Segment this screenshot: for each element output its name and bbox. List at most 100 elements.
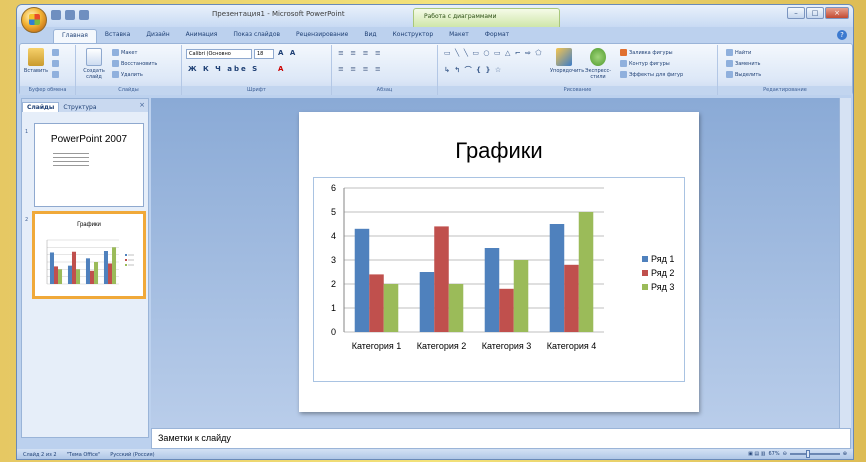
font-size-field[interactable]: 18: [254, 49, 274, 59]
delete-slide-button[interactable]: Удалить: [112, 71, 143, 78]
x-tick-label: Категория 3: [482, 341, 532, 351]
tab-chart-format[interactable]: Формат: [477, 29, 517, 43]
font-color-icon[interactable]: A: [278, 65, 285, 73]
close-button[interactable]: ×: [825, 7, 849, 19]
thumb2-chart: [46, 239, 134, 285]
slide-thumbnail-2[interactable]: Графики: [32, 211, 146, 299]
list-buttons[interactable]: ≡ ≡ ≡ ≡: [338, 49, 383, 57]
bar-Ряд 2-Категория 2: [434, 226, 449, 332]
quick-styles-button[interactable]: Экспресс-стили: [582, 48, 614, 80]
slide-title[interactable]: Графики: [299, 138, 699, 164]
paragraph-group-label: Абзац: [332, 86, 437, 95]
align-buttons[interactable]: ≡ ≡ ≡ ≡: [338, 65, 383, 73]
x-tick-label: Категория 1: [352, 341, 402, 351]
undo-icon[interactable]: [65, 10, 75, 20]
tab-slides[interactable]: Слайды: [22, 102, 60, 112]
tab-design[interactable]: Дизайн: [138, 29, 177, 43]
y-tick-label: 2: [331, 279, 336, 289]
legend-swatch: [642, 256, 648, 262]
help-icon[interactable]: ?: [837, 30, 847, 40]
notes-pane[interactable]: Заметки к слайду: [151, 428, 851, 449]
new-slide-button[interactable]: Создать слайд: [80, 48, 108, 80]
zoom-slider[interactable]: [789, 450, 840, 458]
zoom-level[interactable]: 67%: [768, 451, 779, 457]
shape-outline-button[interactable]: Контур фигуры: [620, 60, 670, 67]
tab-animation[interactable]: Анимация: [178, 29, 226, 43]
font-group-label: Шрифт: [182, 86, 331, 95]
y-tick-label: 0: [331, 327, 336, 337]
office-logo-icon: [29, 14, 40, 25]
select-button[interactable]: Выделить: [726, 71, 761, 78]
tab-chart-layout[interactable]: Макет: [441, 29, 477, 43]
bar-Ряд 3-Категория 2: [448, 284, 464, 332]
paste-label: Вставить: [23, 68, 49, 74]
tab-chart-design[interactable]: Конструктор: [385, 29, 442, 43]
minimize-button[interactable]: –: [787, 7, 805, 19]
status-language[interactable]: Русский (Россия): [110, 452, 154, 458]
reset-button[interactable]: Восстановить: [112, 60, 157, 67]
slide-thumbnail-1[interactable]: PowerPoint 2007: [34, 123, 144, 207]
bar-chart[interactable]: 0 1 2 3 4 5 6 Категория 1 Категория 2 Категория 3…: [314, 178, 684, 381]
ribbon-tabs: Главная Вставка Дизайн Анимация Показ сл…: [53, 29, 517, 43]
shape-effects-button[interactable]: Эффекты для фигур: [620, 71, 683, 78]
shapes-gallery[interactable]: ▭ ╲ ╲ ▭ ○ ▭ △ ⌐ ⇨ ⬠: [444, 49, 543, 57]
cut-icon[interactable]: [52, 49, 59, 56]
redo-icon[interactable]: [79, 10, 89, 20]
bar-Ряд 2-Категория 1: [53, 266, 59, 284]
bar-Ряд 3-Категория 1: [58, 269, 63, 284]
copy-icon[interactable]: [52, 60, 59, 67]
legend-label: Ряд 1: [651, 254, 674, 264]
tab-slideshow[interactable]: Показ слайдов: [225, 29, 288, 43]
font-style-buttons[interactable]: Ж К Ч abe S: [188, 65, 259, 73]
bar-Ряд 1-Категория 4: [549, 224, 565, 332]
tab-review[interactable]: Рецензирование: [288, 29, 356, 43]
bar-Ряд 1-Категория 3: [85, 258, 90, 284]
shapes-gallery-row2[interactable]: ↳ ↰ ⌒ { } ☆: [444, 65, 502, 75]
panel-close-icon[interactable]: ×: [139, 101, 145, 109]
y-tick-label: 1: [331, 303, 336, 313]
arrange-button[interactable]: Упорядочить: [550, 48, 584, 74]
bar-Ряд 2-Категория 3: [499, 288, 514, 332]
group-paragraph: ≡ ≡ ≡ ≡ ≡ ≡ ≡ ≡ Абзац: [332, 45, 438, 95]
font-name-field[interactable]: Calibri (Основно: [186, 49, 252, 59]
group-clipboard: Вставить Буфер обмена: [20, 45, 76, 95]
zoom-in-icon[interactable]: ⊕: [843, 451, 847, 457]
title-bar: Презентация1 - Microsoft PowerPoint Рабо…: [17, 5, 853, 33]
zoom-out-icon[interactable]: ⊖: [783, 451, 787, 457]
bar-Ряд 2-Категория 3: [89, 270, 95, 284]
view-buttons[interactable]: ▣ ▤ ▥: [748, 451, 765, 457]
chart-frame[interactable]: 0 1 2 3 4 5 6 Категория 1 Категория 2 Категория 3…: [313, 177, 685, 382]
tab-home[interactable]: Главная: [53, 29, 97, 43]
bar-Ряд 2-Категория 1: [369, 274, 384, 332]
paste-icon: [28, 48, 44, 66]
tab-view[interactable]: Вид: [356, 29, 384, 43]
group-drawing: ▭ ╲ ╲ ▭ ○ ▭ △ ⌐ ⇨ ⬠ ↳ ↰ ⌒ { } ☆ Упорядоч…: [438, 45, 718, 95]
bar-Ряд 1-Категория 4: [103, 251, 108, 284]
find-label: Найти: [735, 49, 752, 56]
window-title: Презентация1 - Microsoft PowerPoint: [212, 10, 345, 18]
format-painter-icon[interactable]: [52, 71, 59, 78]
bar-Ряд 1-Категория 2: [419, 272, 435, 332]
font-grow-icon[interactable]: A A: [278, 49, 297, 57]
slide-number-2: 2: [25, 217, 29, 223]
legend-swatch: [642, 270, 648, 276]
paste-button[interactable]: Вставить: [22, 48, 50, 74]
maximize-button[interactable]: □: [806, 7, 824, 19]
bar-Ряд 2-Категория 4: [107, 263, 113, 284]
find-button[interactable]: Найти: [726, 49, 751, 56]
save-icon[interactable]: [51, 10, 61, 20]
replace-button[interactable]: Заменить: [726, 60, 761, 67]
panel-tabs: Слайды Структура ×: [22, 99, 148, 112]
layout-button[interactable]: Макет: [112, 49, 137, 56]
bar-Ряд 3-Категория 1: [383, 284, 399, 332]
vertical-scrollbar[interactable]: [839, 98, 851, 428]
slide-editor: Графики 0 1 2 3 4 5 6 Категория 1 Категория 2 Кат…: [151, 98, 851, 428]
tab-insert[interactable]: Вставка: [97, 29, 138, 43]
tab-outline[interactable]: Структура: [59, 103, 100, 112]
delete-label: Удалить: [121, 71, 143, 78]
legend-swatch: [642, 284, 648, 290]
shape-fill-button[interactable]: Заливка фигуры: [620, 49, 673, 56]
legend-label: Ряд 3: [651, 282, 674, 292]
bar-Ряд 3-Категория 3: [513, 260, 529, 332]
office-button[interactable]: [21, 7, 47, 33]
